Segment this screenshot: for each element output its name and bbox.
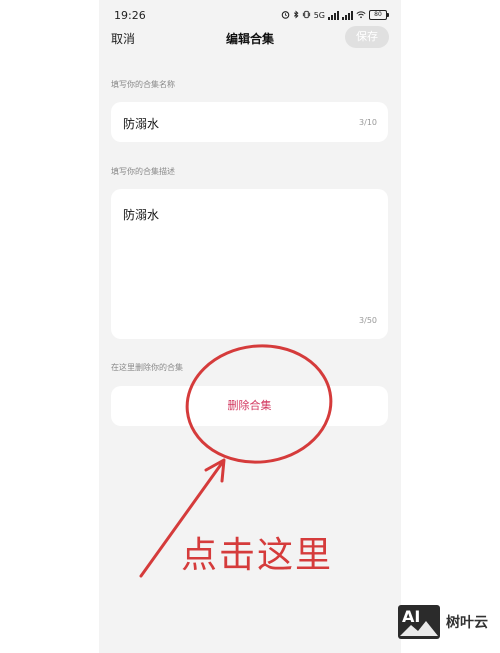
mountain-icon [400,621,438,636]
highlight-circle [185,344,333,464]
callout-text: 点击这里 [181,535,334,576]
watermark-brand: 树叶云 [446,615,488,631]
watermark: AI 树叶云 [398,605,488,639]
watermark-logo: AI [398,605,440,639]
